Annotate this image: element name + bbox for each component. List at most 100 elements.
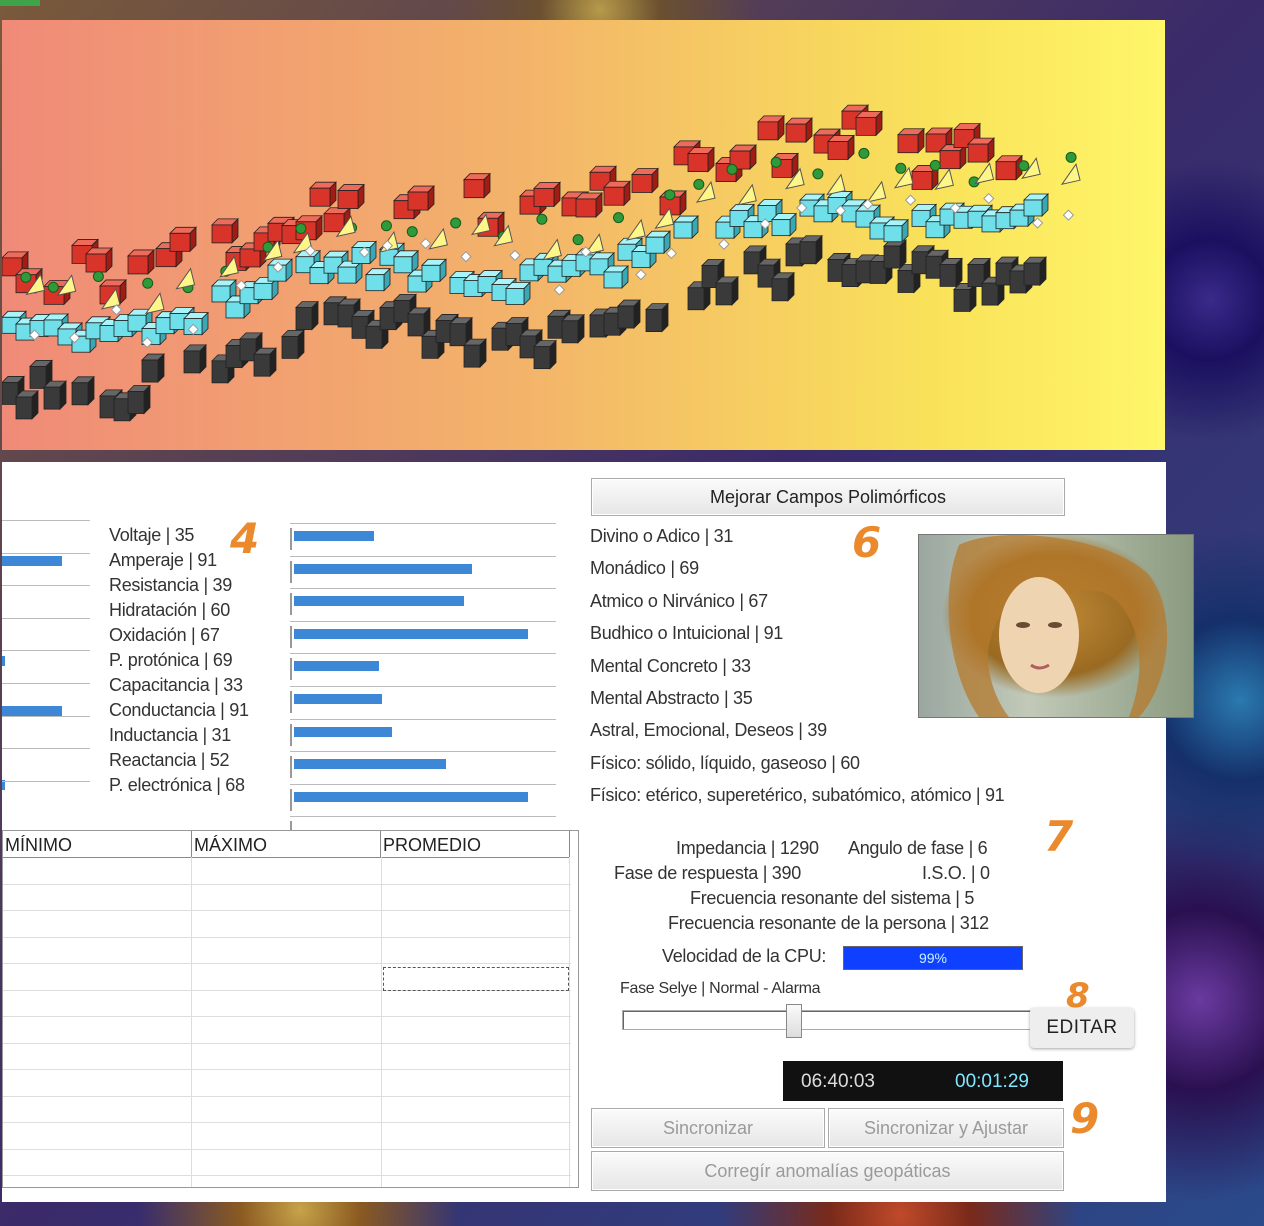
- table-row[interactable]: [3, 963, 571, 964]
- selected-cell[interactable]: [383, 967, 569, 991]
- table-row[interactable]: [3, 1122, 571, 1123]
- red-block: [575, 192, 603, 218]
- table-row[interactable]: [3, 1095, 571, 1097]
- green-sphere: [929, 159, 941, 171]
- black-block: [281, 329, 305, 360]
- cyan-block: [673, 215, 699, 240]
- table-row[interactable]: [3, 1016, 571, 1017]
- bar-track: [290, 620, 556, 622]
- iso-value: I.S.O. | 0: [922, 863, 990, 883]
- edit-button[interactable]: EDITAR: [1030, 1008, 1134, 1048]
- table-row[interactable]: [3, 1042, 571, 1044]
- sync-button[interactable]: Sincronizar: [591, 1108, 825, 1148]
- electrical-reading-label: Oxidación | 67: [109, 625, 220, 645]
- polymorphic-field-item: Divino o Adico | 31: [590, 526, 734, 546]
- red-block: [967, 137, 995, 164]
- column-header-promedio[interactable]: PROMEDIO: [381, 831, 570, 858]
- yellow-prism: [144, 292, 165, 315]
- cyan-block: [365, 267, 391, 292]
- table-row[interactable]: [3, 910, 571, 911]
- red-block: [337, 183, 365, 210]
- readings-table[interactable]: MÍNIMO MÁXIMO PROMEDIO: [2, 830, 579, 1188]
- bar-track: [290, 686, 556, 687]
- green-sphere: [295, 223, 307, 235]
- bar-track: [2, 748, 90, 750]
- bar-track: [2, 520, 90, 521]
- timer-display: 06:40:03 00:01:29: [783, 1061, 1063, 1101]
- polymorphic-field-item: Mental Concreto | 33: [590, 655, 751, 676]
- section-number-4: 4: [230, 514, 260, 563]
- correct-geopathic-anomalies-button[interactable]: Corregír anomalías geopáticas: [591, 1151, 1064, 1191]
- electrical-reading-label: Hidratación | 60: [109, 600, 230, 620]
- bar-frame: [290, 756, 292, 779]
- bar-track: [290, 523, 556, 524]
- bar-track: [290, 588, 556, 590]
- polymorphic-field-item: Atmico o Nirvánico | 67: [590, 590, 768, 611]
- black-block: [715, 275, 739, 306]
- bar-frame: [290, 658, 292, 681]
- level-bar: [2, 656, 5, 666]
- black-block: [463, 338, 487, 369]
- bar-track: [2, 780, 90, 782]
- polymorphic-field-item: Astral, Emocional, Deseos | 39: [590, 720, 827, 741]
- white-diamond: [635, 269, 647, 281]
- electrical-reading-label: Resistancia | 39: [109, 575, 232, 595]
- bar-track: [290, 751, 556, 753]
- level-bar: [2, 556, 62, 566]
- black-block: [533, 339, 557, 370]
- yellow-prism: [825, 173, 846, 196]
- phase-angle-value: Angulo de fase | 6: [848, 838, 988, 858]
- bar-track: [290, 783, 556, 785]
- bar-frame: [290, 691, 292, 713]
- table-row[interactable]: [3, 936, 571, 938]
- black-block: [141, 353, 165, 384]
- green-sphere: [726, 163, 738, 175]
- portrait-hair-icon: [948, 535, 1168, 717]
- level-bar: [294, 661, 379, 672]
- green-sphere: [693, 178, 705, 190]
- column-header-maximo[interactable]: MÁXIMO: [192, 831, 381, 858]
- green-sphere: [858, 147, 870, 159]
- level-bar: [294, 726, 392, 737]
- level-bar: [294, 531, 374, 541]
- black-block: [771, 271, 795, 302]
- cpu-speed-bar: 99%: [843, 946, 1023, 970]
- column-header-minimo[interactable]: MÍNIMO: [3, 831, 192, 858]
- red-block: [309, 181, 337, 208]
- cyan-block: [421, 258, 447, 283]
- table-row[interactable]: [3, 1148, 571, 1150]
- red-block: [757, 114, 785, 141]
- red-block: [211, 217, 239, 244]
- table-row[interactable]: [3, 1175, 571, 1176]
- cyan-block: [603, 264, 629, 289]
- selye-slider-thumb[interactable]: [786, 1004, 802, 1038]
- selye-phase-slider[interactable]: [622, 1010, 1042, 1030]
- green-sphere: [895, 162, 907, 174]
- red-block: [603, 180, 631, 207]
- section-number-8: 8: [1066, 976, 1090, 1008]
- sync-adjust-button[interactable]: Sincronizar y Ajustar: [828, 1108, 1064, 1148]
- red-block: [995, 154, 1023, 181]
- yellow-prism: [626, 218, 646, 241]
- black-block: [561, 313, 585, 344]
- green-sphere: [380, 220, 392, 232]
- white-diamond: [1062, 209, 1075, 221]
- table-row[interactable]: [3, 1069, 571, 1070]
- polymorphic-field-item: Mental Abstracto | 35: [590, 688, 753, 708]
- bar-track: [290, 555, 556, 557]
- table-column-divider: [569, 857, 570, 1187]
- level-bar: [294, 694, 382, 704]
- cyan-block: [505, 281, 531, 306]
- black-block: [15, 389, 39, 420]
- black-block: [1023, 256, 1047, 287]
- table-row[interactable]: [3, 883, 571, 885]
- red-block: [631, 167, 659, 194]
- venus-portrait-image: [918, 534, 1194, 718]
- improve-polymorphic-fields-button[interactable]: Mejorar Campos Polimórficos: [591, 478, 1065, 516]
- polymorphic-field-item: Físico: sólido, líquido, gaseoso | 60: [590, 752, 860, 773]
- bar-frame: [290, 788, 292, 811]
- white-diamond: [419, 237, 432, 250]
- bar-frame: [290, 528, 292, 550]
- section-number-7: 7: [1044, 812, 1074, 861]
- red-block: [127, 248, 155, 275]
